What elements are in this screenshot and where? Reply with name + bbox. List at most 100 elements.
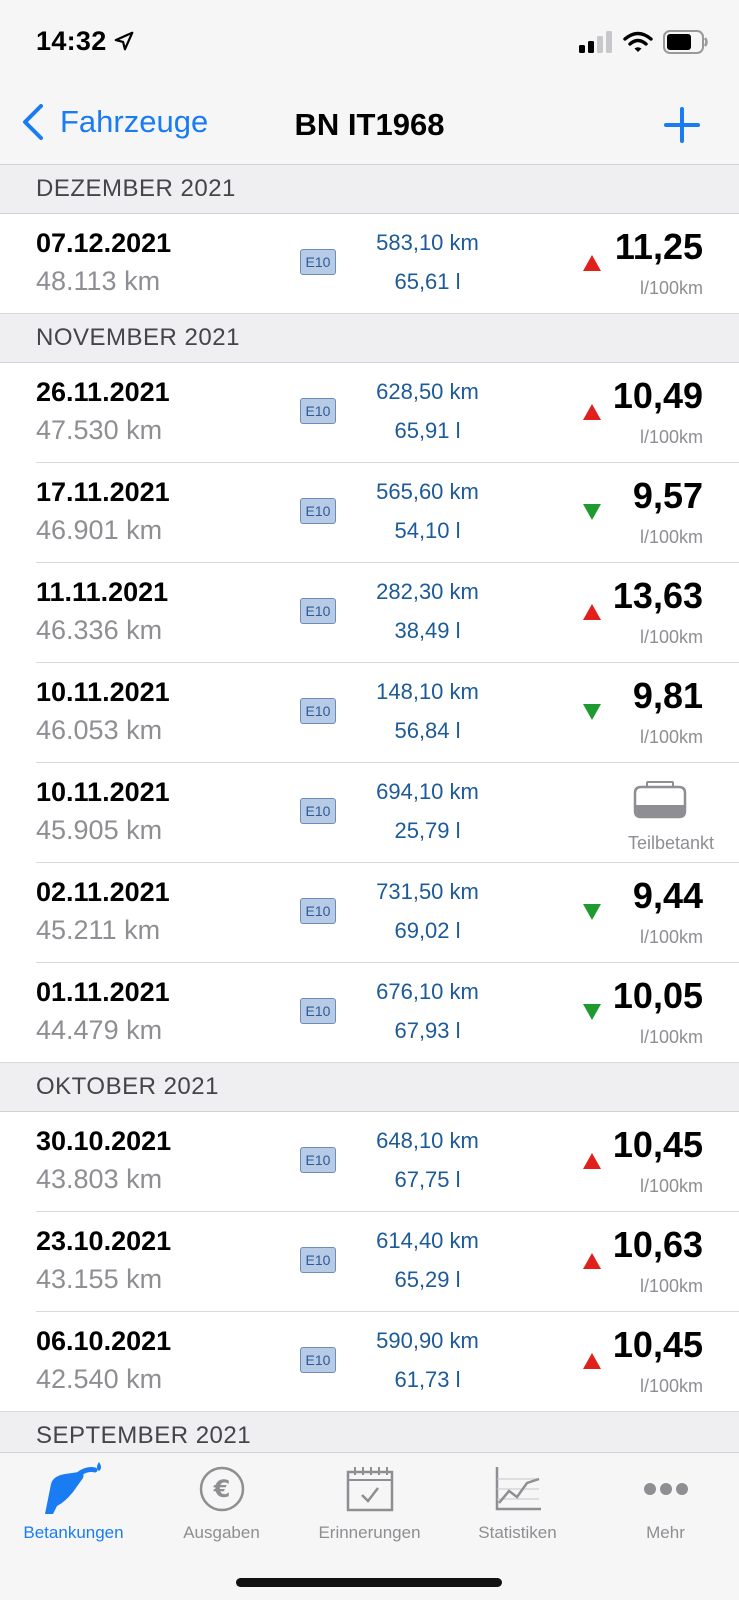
refuel-entry[interactable]: 10.11.2021 45.905 km E10 694,10 km 25,79 l Te…: [0, 763, 739, 863]
entry-distance: 282,30 km: [376, 579, 479, 604]
calendar-check-icon: [296, 1461, 443, 1517]
refuel-entry[interactable]: 11.11.2021 46.336 km E10 282,30 km 38,49 l 13…: [0, 563, 739, 663]
fuel-type-badge: E10: [300, 898, 336, 924]
entry-odometer: 45.905 km: [36, 815, 163, 845]
entry-date: 01.11.2021: [36, 977, 170, 1007]
entry-date: 17.11.2021: [36, 477, 170, 507]
entry-distance: 583,10 km: [376, 230, 479, 255]
trend-up-icon: [583, 1153, 601, 1169]
fuel-type-badge: E10: [300, 1247, 336, 1273]
entry-liters: 65,29 l: [394, 1267, 461, 1292]
fuel-type-badge: E10: [300, 998, 336, 1024]
entry-distance: 628,50 km: [376, 379, 479, 404]
location-arrow-icon: [114, 31, 133, 51]
entry-liters: 69,02 l: [394, 918, 461, 943]
tab-label: Erinnerungen: [318, 1523, 421, 1542]
tab-betankungen[interactable]: Betankungen: [0, 1461, 147, 1543]
entry-date: 11.11.2021: [36, 577, 169, 607]
entry-consumption: 11,25: [614, 226, 703, 267]
consumption-unit: l/100km: [639, 1376, 703, 1396]
refuel-entry[interactable]: 01.11.2021 44.479 km E10 676,10 km 67,93 l 10…: [0, 963, 739, 1063]
entry-date: 23.10.2021: [36, 1226, 172, 1256]
entry-consumption: 9,44: [632, 875, 703, 916]
tab-label: Statistiken: [478, 1523, 557, 1542]
refuel-entry[interactable]: 26.11.2021 47.530 km E10 628,50 km 65,91 l 10…: [0, 363, 739, 463]
svg-text:€: €: [212, 1475, 230, 1503]
navigation-bar: Fahrzeuge BN IT1968: [0, 88, 739, 165]
entry-odometer: 42.540 km: [36, 1364, 163, 1394]
entry-distance: 676,10 km: [376, 979, 479, 1004]
refuel-entry[interactable]: 10.11.2021 46.053 km E10 148,10 km 56,84 l 9,…: [0, 663, 739, 763]
entry-date: 10.11.2021: [36, 677, 170, 707]
tab-label: Mehr: [646, 1523, 685, 1542]
fuel-type-badge: E10: [300, 1347, 336, 1373]
entry-liters: 67,75 l: [394, 1167, 461, 1192]
consumption-unit: l/100km: [639, 627, 703, 647]
refuel-list[interactable]: DEZEMBER 2021 07.12.2021 48.113 km E10 583,1…: [0, 165, 739, 1461]
fuel-type-badge: E10: [300, 249, 336, 275]
entry-distance: 694,10 km: [376, 779, 479, 804]
entry-odometer: 44.479 km: [36, 1015, 163, 1045]
entry-odometer: 46.336 km: [36, 615, 163, 645]
consumption-unit: l/100km: [639, 727, 703, 747]
refuel-entry[interactable]: 06.10.2021 42.540 km E10 590,90 km 61,73 l 10…: [0, 1312, 739, 1412]
refuel-entry[interactable]: 02.11.2021 45.211 km E10 731,50 km 69,02 l 9,…: [0, 863, 739, 963]
entry-date: 30.10.2021: [36, 1126, 172, 1156]
add-button[interactable]: [663, 106, 701, 149]
entry-liters: 65,61 l: [394, 269, 461, 294]
trend-up-icon: [583, 255, 601, 271]
entry-date: 07.12.2021: [36, 228, 172, 258]
refuel-entry[interactable]: 17.11.2021 46.901 km E10 565,60 km 54,10 l 9,…: [0, 463, 739, 563]
entry-odometer: 46.901 km: [36, 515, 163, 545]
status-bar: 14:32: [0, 0, 739, 88]
fuel-pump-icon: [0, 1461, 147, 1517]
entry-distance: 648,10 km: [376, 1128, 479, 1153]
refuel-entry[interactable]: 30.10.2021 43.803 km E10 648,10 km 67,75 l 10…: [0, 1112, 739, 1212]
entry-consumption: 10,45: [612, 1124, 703, 1165]
section-header: DEZEMBER 2021: [0, 165, 739, 214]
entry-odometer: 48.113 km: [36, 266, 161, 296]
entry-consumption: 10,63: [612, 1224, 703, 1265]
tab-label: Betankungen: [23, 1523, 124, 1542]
entry-odometer: 47.530 km: [36, 415, 163, 445]
status-time: 14:32: [36, 26, 135, 57]
entry-consumption: 13,63: [612, 575, 703, 616]
entry-liters: 56,84 l: [394, 718, 461, 743]
trend-down-icon: [583, 904, 601, 920]
wifi-icon: [623, 31, 653, 52]
tab-ausgaben[interactable]: € Ausgaben: [148, 1461, 295, 1543]
refuel-entry[interactable]: 23.10.2021 43.155 km E10 614,40 km 65,29 l 10…: [0, 1212, 739, 1312]
consumption-unit: l/100km: [639, 427, 703, 447]
tab-label: Ausgaben: [183, 1523, 260, 1542]
entry-consumption: 10,49: [612, 375, 703, 416]
trend-up-icon: [583, 1353, 601, 1369]
section-header: NOVEMBER 2021: [0, 314, 739, 363]
entry-date: 06.10.2021: [36, 1326, 172, 1356]
entry-distance: 614,40 km: [376, 1228, 479, 1253]
consumption-unit: l/100km: [639, 1176, 703, 1196]
consumption-unit: l/100km: [639, 527, 703, 547]
entry-liters: 65,91 l: [394, 418, 461, 443]
trend-up-icon: [583, 604, 601, 620]
entry-distance: 565,60 km: [376, 479, 479, 504]
tab-statistiken[interactable]: Statistiken: [444, 1461, 591, 1543]
consumption-unit: l/100km: [639, 1027, 703, 1047]
entry-distance: 731,50 km: [376, 879, 479, 904]
entry-liters: 61,73 l: [394, 1367, 461, 1392]
entry-liters: 25,79 l: [394, 818, 461, 843]
refuel-entry[interactable]: 07.12.2021 48.113 km E10 583,10 km 65,61 l 11…: [0, 214, 739, 314]
chart-icon: [444, 1461, 591, 1517]
consumption-unit: l/100km: [639, 1276, 703, 1296]
fuel-type-badge: E10: [300, 598, 336, 624]
signal-icon: [579, 31, 612, 53]
tab-mehr[interactable]: Mehr: [592, 1461, 739, 1543]
tab-erinnerungen[interactable]: Erinnerungen: [296, 1461, 443, 1543]
fuel-type-badge: E10: [300, 698, 336, 724]
fuel-type-badge: E10: [300, 498, 336, 524]
consumption-unit: l/100km: [639, 927, 703, 947]
trend-down-icon: [583, 1004, 601, 1020]
entry-date: 26.11.2021: [36, 377, 170, 407]
plus-icon: [664, 107, 700, 143]
euro-icon: €: [148, 1461, 295, 1517]
entry-odometer: 46.053 km: [36, 715, 163, 745]
